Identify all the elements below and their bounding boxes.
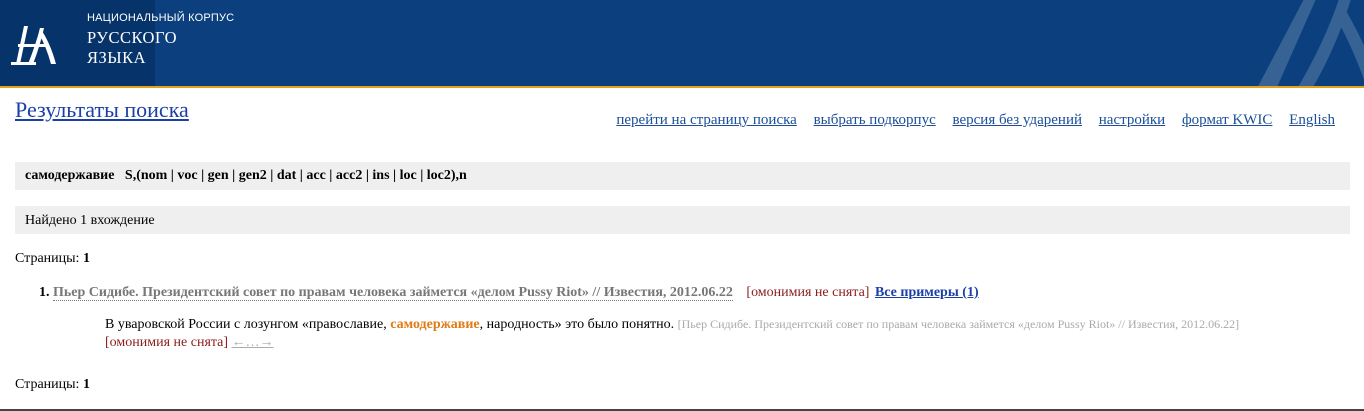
expand-context-link[interactable]: ←…→	[232, 335, 274, 350]
found-count-box: Найдено 1 вхождение	[15, 206, 1350, 234]
pagination-top: Страницы: 1	[15, 251, 90, 267]
brand-line-3: ЯЗЫКА	[87, 48, 147, 67]
nav-no-accents-link[interactable]: версия без ударений	[952, 112, 1082, 128]
query-text: самодержавие S,(nom | voc | gen | gen2 |…	[25, 168, 467, 183]
nav-search-page-link[interactable]: перейти на страницу поиска	[616, 112, 796, 128]
watermark-logo-icon	[1257, 0, 1364, 88]
pages-label: Страницы:	[15, 251, 80, 266]
snippet-highlight: самодержавие	[390, 317, 480, 332]
corpus-logo-icon[interactable]	[6, 14, 66, 72]
page-title[interactable]: Результаты поиска	[15, 97, 189, 123]
site-header: НАЦИОНАЛЬНЫЙ КОРПУС РУССКОГО ЯЗЫКА	[0, 0, 1364, 88]
header-accent-stripe	[0, 86, 1364, 88]
brand-line-2: РУССКОГО	[87, 28, 178, 47]
pagination-bottom: Страницы: 1	[15, 377, 90, 393]
brand-line-1: НАЦИОНАЛЬНЫЙ КОРПУС	[87, 12, 235, 24]
pages-label: Страницы:	[15, 377, 80, 392]
result-snippet: В уваровской России с лозунгом «правосла…	[105, 315, 1305, 352]
query-box: самодержавие S,(nom | voc | gen | gen2 |…	[15, 162, 1350, 190]
snippet-before: В уваровской России с лозунгом «правосла…	[105, 317, 391, 332]
all-examples-link[interactable]: Все примеры (1)	[875, 285, 979, 300]
result-homonymy: [омонимия не снята]	[746, 285, 870, 300]
result-source-link[interactable]: Пьер Сидибе. Президентский совет по прав…	[53, 285, 733, 301]
result-item: 1. Пьер Сидибе. Президентский совет по п…	[39, 285, 979, 301]
snippet-after: , народность» это было понятно.	[479, 317, 678, 332]
nav-english-link[interactable]: English	[1289, 112, 1335, 128]
current-page: 1	[82, 377, 90, 392]
top-nav: перейти на страницу поиска выбрать подко…	[603, 112, 1335, 129]
nav-subcorpus-link[interactable]: выбрать подкорпус	[814, 112, 936, 128]
result-number: 1.	[39, 285, 50, 300]
nav-settings-link[interactable]: настройки	[1099, 112, 1165, 128]
current-page: 1	[82, 251, 90, 266]
site-brand: НАЦИОНАЛЬНЫЙ КОРПУС РУССКОГО ЯЗЫКА	[87, 12, 234, 68]
snippet-source: [Пьер Сидибе. Президентский совет по пра…	[677, 317, 1240, 331]
nav-kwic-link[interactable]: формат KWIC	[1182, 112, 1272, 128]
snippet-homonymy: [омонимия не снята]	[105, 335, 229, 350]
found-count: Найдено 1 вхождение	[25, 213, 155, 228]
